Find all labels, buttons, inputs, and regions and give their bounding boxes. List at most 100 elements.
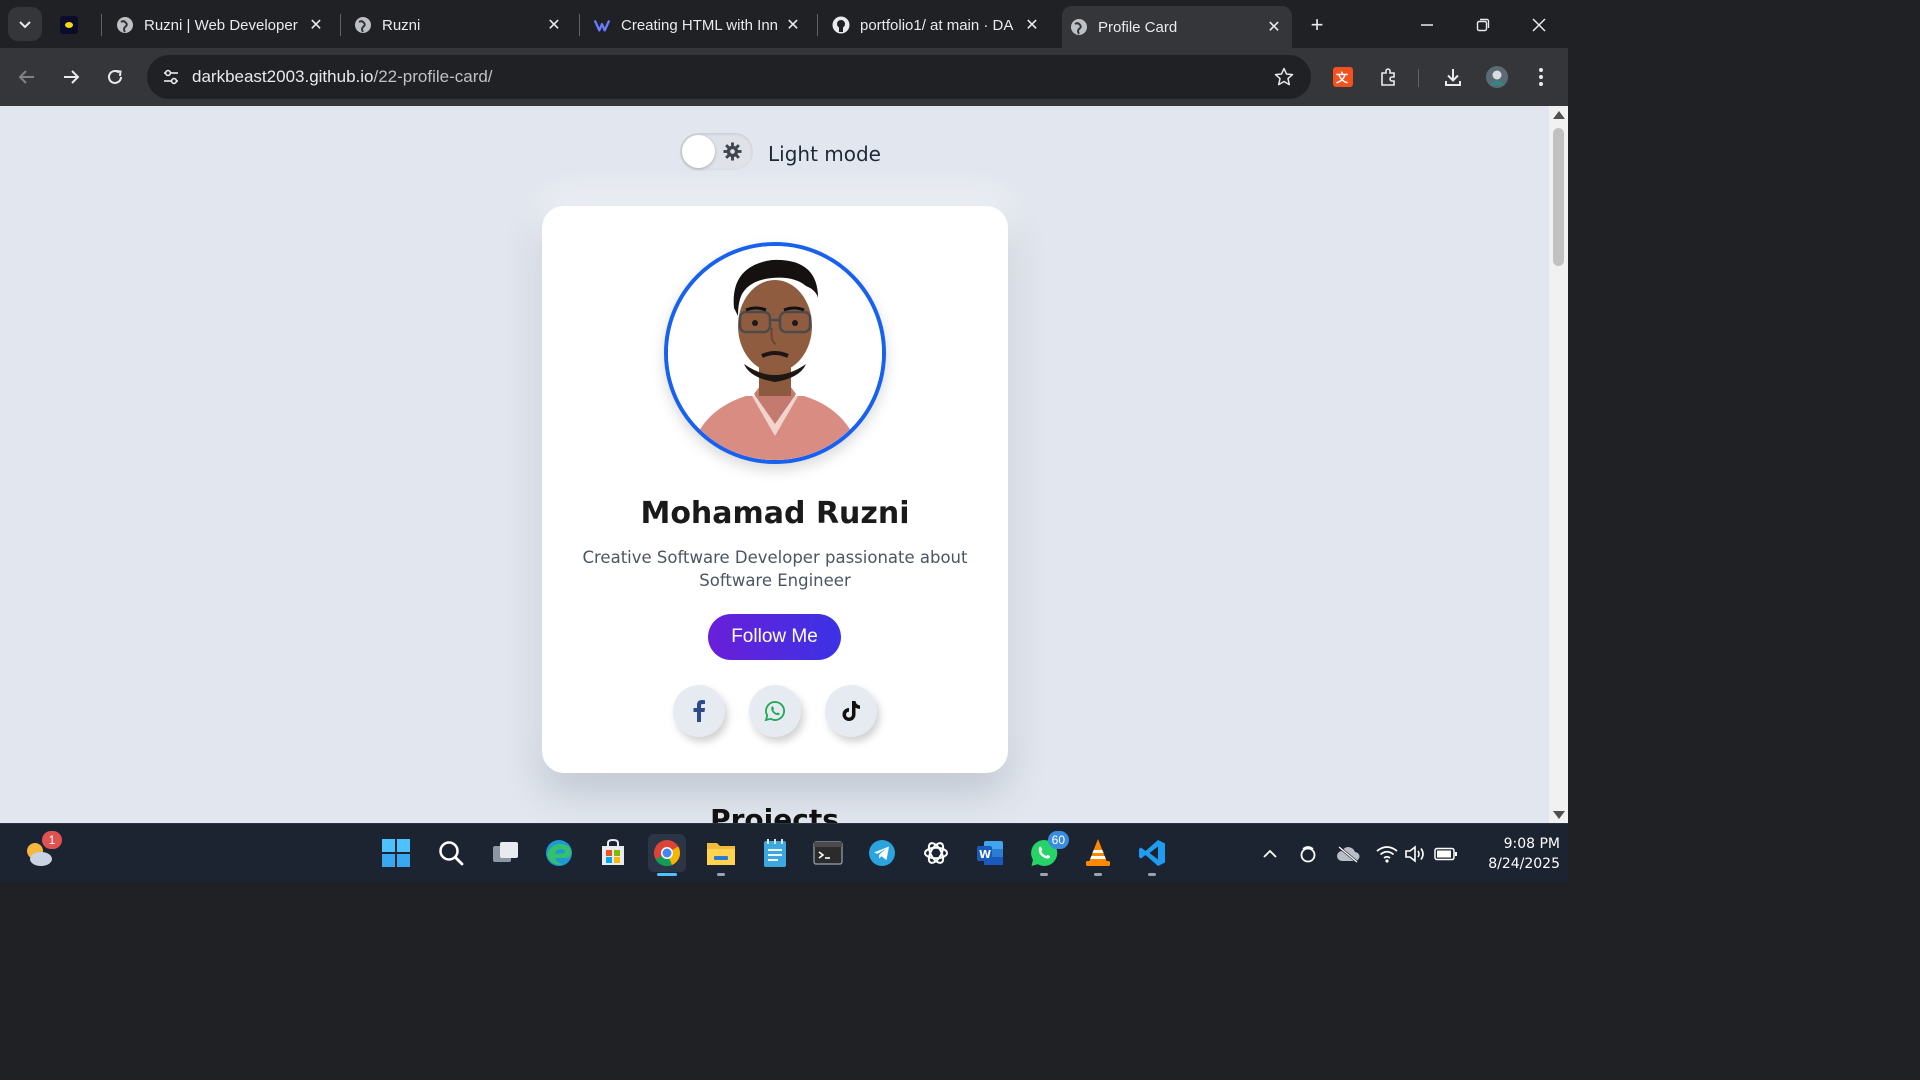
star-icon	[1274, 67, 1294, 86]
task-view-button[interactable]	[487, 834, 525, 872]
whatsapp-app[interactable]: 60	[1025, 831, 1069, 876]
url-text[interactable]: darkbeast2003.github.io/22-profile-card/	[192, 67, 493, 87]
profile-card: Mohamad Ruzni Creative Software Develope…	[542, 206, 1008, 773]
windows-logo-icon	[382, 839, 410, 867]
translate-extension-button[interactable]: 文	[1329, 63, 1357, 91]
running-indicator	[657, 873, 677, 876]
profile-photo	[668, 246, 882, 460]
file-explorer-app[interactable]	[702, 834, 740, 876]
whatsapp-icon	[764, 701, 785, 722]
follow-button[interactable]: Follow Me	[708, 614, 841, 660]
vlc-app[interactable]	[1079, 834, 1117, 876]
close-icon[interactable]: ✕	[1022, 15, 1042, 35]
tiktok-link[interactable]	[825, 685, 877, 737]
whatsapp-link[interactable]	[749, 685, 801, 737]
reload-icon	[108, 69, 122, 84]
bookmark-star-button[interactable]	[1273, 66, 1295, 88]
profile-bio: Creative Software Developer passionate a…	[582, 548, 968, 590]
tab-separator	[817, 14, 818, 36]
close-icon[interactable]: ✕	[783, 15, 803, 35]
tab-search-button[interactable]	[8, 7, 42, 41]
weather-widget[interactable]: 1	[20, 831, 62, 872]
restore-button[interactable]	[1468, 10, 1498, 40]
tab-2[interactable]: Ruzni ✕	[346, 6, 572, 44]
close-icon	[1532, 18, 1546, 32]
tab-3[interactable]: Creating HTML with Inn ✕	[585, 6, 811, 44]
store-icon	[602, 838, 624, 865]
tab-0[interactable]	[52, 6, 96, 44]
vscode-app[interactable]	[1133, 834, 1171, 876]
close-window-button[interactable]	[1524, 10, 1554, 40]
search-button[interactable]	[432, 834, 470, 872]
minimize-icon	[1421, 24, 1433, 26]
svg-text:W: W	[979, 848, 991, 861]
back-button[interactable]	[12, 62, 42, 92]
forward-button[interactable]	[56, 62, 86, 92]
scroll-down-arrow[interactable]	[1553, 811, 1565, 819]
sync-icon	[1300, 846, 1316, 863]
tab-title: Profile Card	[1098, 18, 1178, 36]
system-clock[interactable]: 9:08 PM 8/24/2025	[1470, 834, 1560, 874]
extensions-button[interactable]	[1374, 63, 1402, 91]
scroll-up-arrow[interactable]	[1553, 111, 1565, 119]
globe-icon	[354, 16, 372, 34]
microsoft-store-app[interactable]	[594, 834, 632, 872]
word-app[interactable]: W	[971, 834, 1009, 872]
chrome-icon	[654, 840, 681, 867]
toggle-knob	[682, 135, 715, 168]
battery-tray-icon[interactable]	[1434, 842, 1458, 866]
wifi-tray-icon[interactable]	[1375, 842, 1399, 866]
browser-menu-button[interactable]	[1527, 63, 1555, 91]
tab-strip: Ruzni | Web Developer ✕ Ruzni ✕ Creating…	[0, 0, 1568, 48]
new-tab-button[interactable]: +	[1304, 12, 1330, 38]
profile-avatar-button[interactable]	[1483, 63, 1511, 91]
tab-title: portfolio1/ at main · DA	[860, 16, 1014, 34]
theme-toggle[interactable]	[680, 133, 753, 170]
globe-icon	[116, 16, 134, 34]
onedrive-tray-icon[interactable]	[1336, 842, 1360, 866]
tune-icon	[164, 69, 178, 85]
theme-mode-label: Light mode	[768, 142, 881, 166]
terminal-app[interactable]	[809, 834, 847, 872]
more-vert-icon	[1539, 68, 1543, 86]
tab-separator	[340, 14, 341, 36]
clock-date: 8/24/2025	[1488, 856, 1560, 872]
start-button[interactable]	[377, 834, 415, 872]
facebook-link[interactable]	[673, 685, 725, 737]
url-path: /22-profile-card/	[373, 67, 493, 86]
volume-tray-icon[interactable]	[1403, 842, 1427, 866]
page-scrollbar[interactable]	[1549, 106, 1568, 823]
downloads-button[interactable]	[1439, 63, 1467, 91]
task-view-icon	[493, 842, 518, 862]
edge-app[interactable]	[540, 834, 578, 872]
globe-icon	[1070, 18, 1088, 36]
word-icon: W	[977, 841, 1003, 865]
tab-4[interactable]: portfolio1/ at main · DA ✕	[824, 6, 1050, 44]
running-indicator	[1040, 873, 1048, 876]
close-icon[interactable]: ✕	[544, 15, 564, 35]
show-hidden-icons-button[interactable]	[1258, 842, 1282, 866]
site-info-button[interactable]	[155, 61, 187, 93]
reload-button[interactable]	[100, 62, 130, 92]
chrome-app[interactable]	[648, 834, 686, 876]
notepad-app[interactable]	[756, 834, 794, 872]
dark-logo-icon	[60, 16, 78, 34]
profile-name: Mohamad Ruzni	[640, 496, 910, 531]
close-icon[interactable]: ✕	[306, 15, 326, 35]
scrollbar-thumb[interactable]	[1553, 128, 1564, 266]
windows-taskbar: 1 W 60 9:08 PM 8/24/2025	[0, 823, 1568, 882]
weather-badge: 1	[42, 831, 62, 849]
tab-separator	[101, 14, 102, 36]
battery-icon	[1434, 847, 1457, 861]
address-bar[interactable]: darkbeast2003.github.io/22-profile-card/	[147, 55, 1311, 99]
minimize-button[interactable]	[1412, 10, 1442, 40]
telegram-app[interactable]	[863, 834, 901, 872]
chat-ai-icon	[593, 16, 611, 34]
tab-1[interactable]: Ruzni | Web Developer ✕	[108, 6, 334, 44]
sync-tray-icon[interactable]	[1296, 842, 1320, 866]
tab-5-active[interactable]: Profile Card ✕	[1062, 6, 1292, 48]
chatgpt-app[interactable]	[917, 834, 955, 872]
download-icon	[1445, 69, 1461, 86]
search-icon	[439, 841, 464, 866]
close-icon[interactable]: ✕	[1264, 17, 1284, 37]
